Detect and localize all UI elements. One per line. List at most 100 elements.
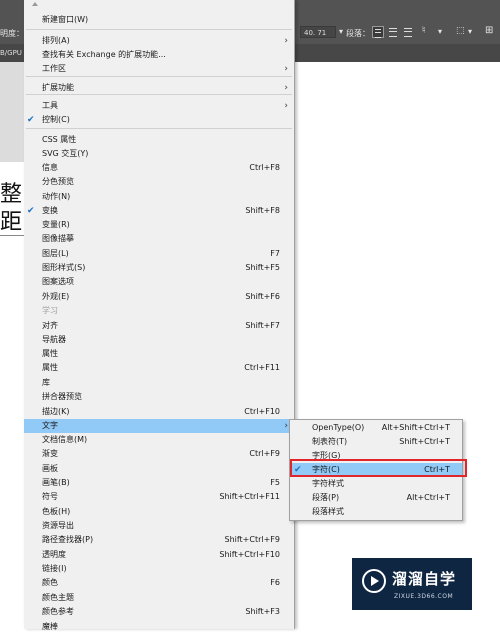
menu-item-15[interactable]: 图层(L) F7 (24, 247, 294, 261)
envelope-warp-icon[interactable]: ♮ (422, 25, 426, 36)
menu-item-38[interactable]: 颜色 F6 (24, 576, 294, 590)
menu-item-30[interactable]: 画板 (24, 462, 294, 476)
size-dropdown-icon[interactable]: ▾ (339, 27, 343, 36)
document-tab-label[interactable]: B/GPU (0, 49, 22, 57)
submenu-item-0[interactable]: OpenType(O) Alt+Shift+Ctrl+T (290, 421, 462, 435)
chevron-right-icon: › (284, 421, 288, 431)
menu-item-label: 查找有关 Exchange 的扩展功能... (42, 50, 166, 59)
menu-item-13[interactable]: 变量(R) (24, 218, 294, 232)
menu-item-label: 画笔(B) (42, 478, 70, 487)
menu-item-14[interactable]: 图像描摹 (24, 232, 294, 246)
warp-dropdown-icon[interactable]: ▾ (438, 27, 442, 36)
submenu-item-4[interactable]: 字符样式 (290, 477, 462, 491)
menu-item-label: 外观(E) (42, 292, 70, 301)
menu-item-32[interactable]: 符号 Shift+Ctrl+F11 (24, 490, 294, 504)
menu-item-40[interactable]: 颜色参考 Shift+F3 (24, 605, 294, 619)
menu-item-shortcut: F7 (270, 249, 280, 258)
submenu-item-1[interactable]: 制表符(T) Shift+Ctrl+T (290, 435, 462, 449)
menu-item-35[interactable]: 路径查找器(P) Shift+Ctrl+F9 (24, 533, 294, 547)
menu-item-label: 颜色主题 (42, 593, 74, 602)
menu-item-39[interactable]: 颜色主题 (24, 591, 294, 605)
menu-item-17[interactable]: 图案选项 (24, 275, 294, 289)
menu-item-shortcut: Shift+F5 (245, 263, 280, 272)
menu-item-label: 图案选项 (42, 277, 74, 286)
menu-item-label: 变换 (42, 206, 58, 215)
arrange-icon[interactable]: ⊞ (485, 25, 493, 36)
menu-item-label: 魔棒 (42, 622, 58, 631)
menu-item-10[interactable]: 分色预览 (24, 175, 294, 189)
menu-item-shortcut: Shift+F7 (245, 321, 280, 330)
checkmark-icon: ✔ (27, 206, 35, 216)
menu-item-24[interactable]: 库 (24, 376, 294, 390)
submenu-item-5[interactable]: 段落(P) Alt+Ctrl+T (290, 491, 462, 505)
menu-item-6[interactable]: ✔ 控制(C) (24, 113, 294, 127)
transform-dropdown-icon[interactable]: ▾ (468, 27, 472, 36)
submenu-item-label: 制表符(T) (312, 437, 348, 446)
menu-item-23[interactable]: 属性 Ctrl+F11 (24, 361, 294, 375)
menu-item-27[interactable]: 文字 › (24, 419, 294, 433)
menu-item-shortcut: Shift+Ctrl+F10 (219, 550, 280, 559)
submenu-item-6[interactable]: 段落样式 (290, 505, 462, 519)
menu-item-26[interactable]: 描边(K) Ctrl+F10 (24, 405, 294, 419)
menu-item-12[interactable]: ✔ 变换 Shift+F8 (24, 204, 294, 218)
menu-item-31[interactable]: 画笔(B) F5 (24, 476, 294, 490)
submenu-item-shortcut: Shift+Ctrl+T (399, 437, 450, 446)
menu-item-label: 分色预览 (42, 177, 74, 186)
menu-item-34[interactable]: 资源导出 (24, 519, 294, 533)
menu-item-9[interactable]: 信息 Ctrl+F8 (24, 161, 294, 175)
menu-item-8[interactable]: SVG 交互(Y) (24, 147, 294, 161)
submenu-item-label: 字符样式 (312, 479, 344, 488)
menu-separator (26, 128, 292, 129)
align-center-icon[interactable] (387, 26, 399, 38)
menu-item-label: 工具 (42, 101, 58, 110)
align-left-icon[interactable] (372, 26, 384, 38)
menu-item-36[interactable]: 透明度 Shift+Ctrl+F10 (24, 548, 294, 562)
menu-item-2[interactable]: 查找有关 Exchange 的扩展功能... (24, 48, 294, 62)
align-right-icon[interactable] (402, 26, 414, 38)
menu-item-1[interactable]: 排列(A) › (24, 34, 294, 48)
menu-item-label: 拼合器预览 (42, 392, 82, 401)
menu-item-16[interactable]: 图形样式(S) Shift+F5 (24, 261, 294, 275)
menu-item-37[interactable]: 链接(I) (24, 562, 294, 576)
chevron-right-icon: › (284, 36, 288, 46)
menu-item-41[interactable]: 魔棒 (24, 620, 294, 634)
menu-separator (26, 29, 292, 30)
menu-item-label: 画板 (42, 464, 58, 473)
menu-item-label: 控制(C) (42, 115, 70, 124)
menu-item-33[interactable]: 色板(H) (24, 505, 294, 519)
menu-item-3[interactable]: 工作区 › (24, 62, 294, 76)
menu-item-label: 动作(N) (42, 192, 71, 201)
menu-item-label: 属性 (42, 349, 58, 358)
menu-item-20[interactable]: 对齐 Shift+F7 (24, 319, 294, 333)
menu-item-label: 文档信息(M) (42, 435, 88, 444)
menu-item-29[interactable]: 渐变 Ctrl+F9 (24, 447, 294, 461)
menu-item-shortcut: Ctrl+F10 (244, 407, 280, 416)
font-size-field[interactable]: 40. 71 (300, 26, 336, 38)
menu-item-22[interactable]: 属性 (24, 347, 294, 361)
menu-item-25[interactable]: 拼合器预览 (24, 390, 294, 404)
menu-item-shortcut: Shift+F3 (245, 607, 280, 616)
menu-item-19[interactable]: 学习 (24, 304, 294, 318)
text-baseline (0, 235, 24, 236)
menu-item-7[interactable]: CSS 属性 (24, 133, 294, 147)
menu-item-label: 信息 (42, 163, 58, 172)
menu-item-label: 文字 (42, 421, 58, 430)
menu-item-shortcut: F6 (270, 578, 280, 587)
menu-item-label: 颜色 (42, 578, 58, 587)
menu-item-shortcut: Ctrl+F9 (249, 449, 280, 458)
menu-item-18[interactable]: 外观(E) Shift+F6 (24, 290, 294, 304)
menu-item-11[interactable]: 动作(N) (24, 190, 294, 204)
play-logo-icon (362, 569, 386, 593)
watermark-title: 溜溜自学 (392, 570, 457, 588)
transform-icon[interactable]: ⬚ (456, 26, 465, 36)
menu-item-4[interactable]: 扩展功能 › (24, 81, 294, 95)
scroll-up-icon[interactable] (32, 2, 38, 6)
artboard-edge (0, 62, 24, 162)
menu-item-28[interactable]: 文档信息(M) (24, 433, 294, 447)
menu-item-0[interactable]: 新建窗口(W) (24, 13, 294, 27)
menu-item-21[interactable]: 导航器 (24, 333, 294, 347)
menu-item-label: 颜色参考 (42, 607, 74, 616)
menu-item-shortcut: Shift+Ctrl+F9 (224, 535, 280, 544)
menu-item-5[interactable]: 工具 › (24, 99, 294, 113)
watermark: 溜溜自学 ZIXUE.3D66.COM (352, 558, 472, 610)
